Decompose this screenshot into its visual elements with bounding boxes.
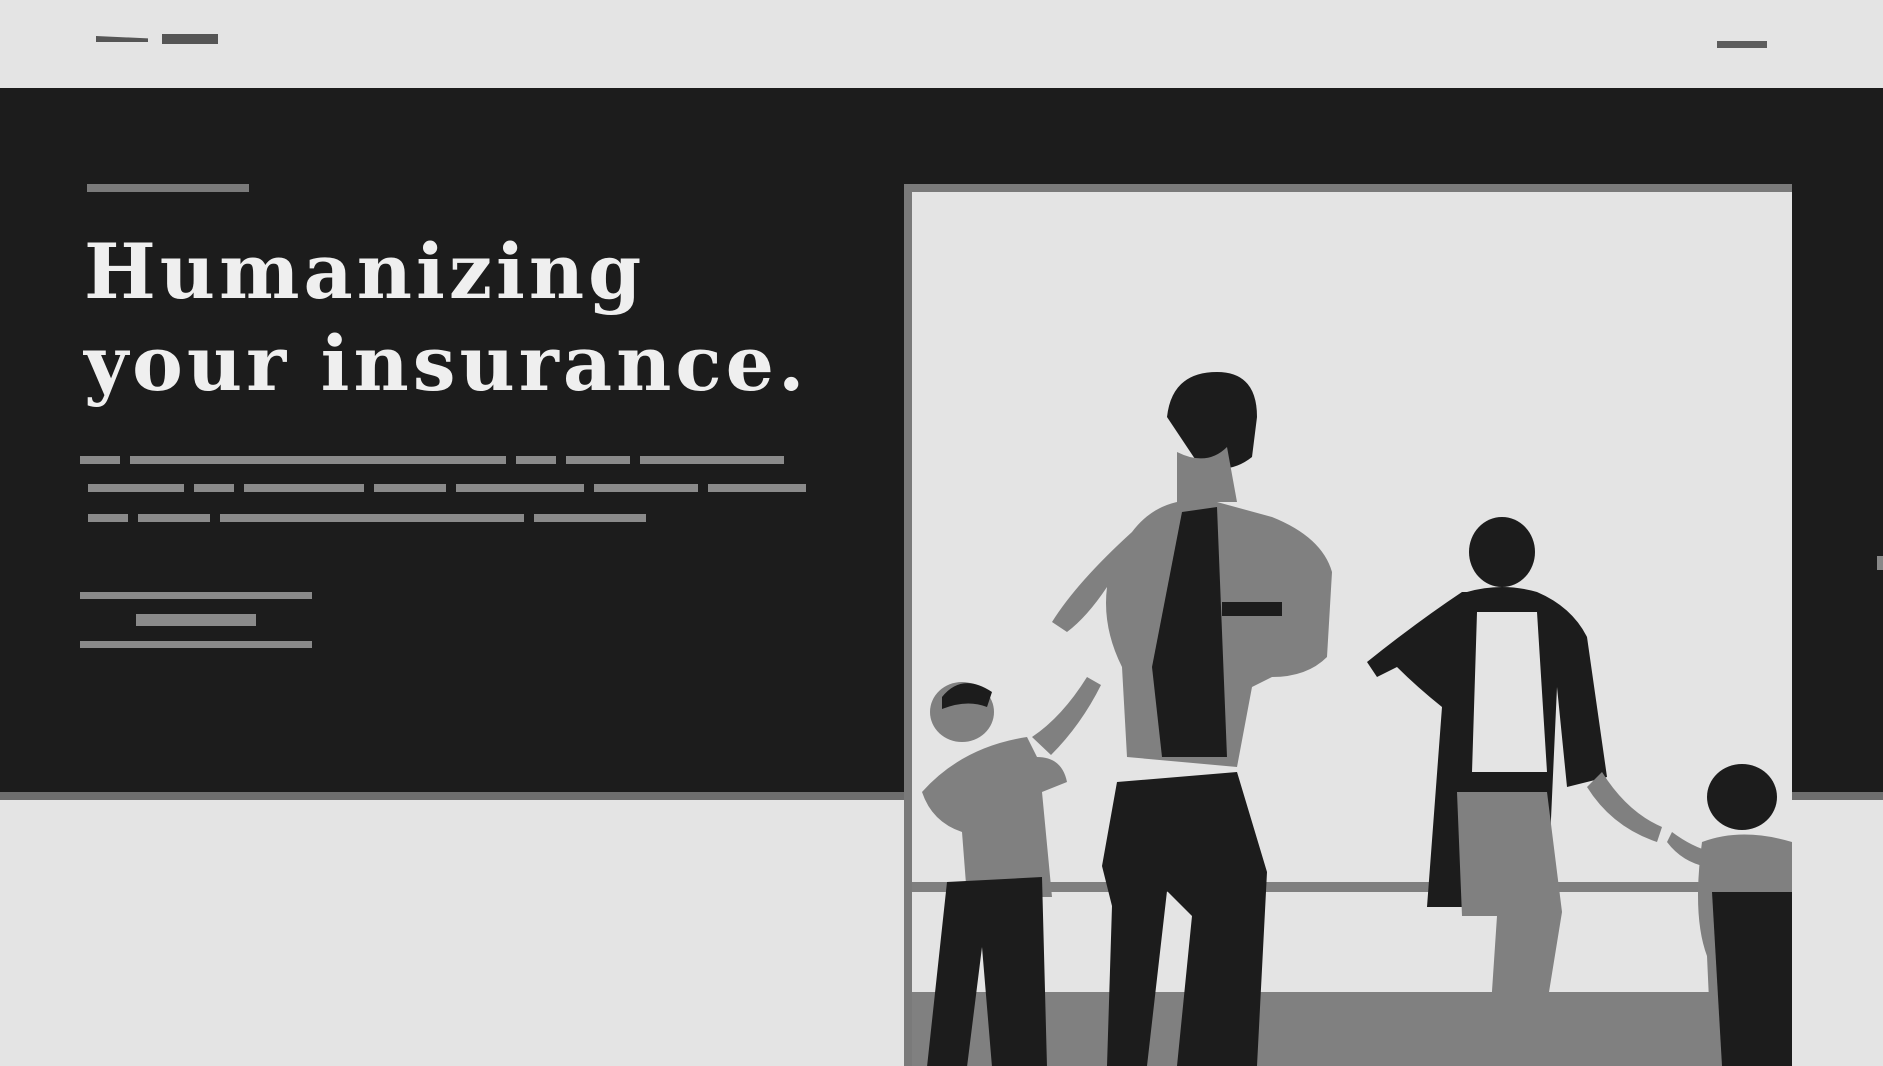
eyebrow-rule bbox=[87, 184, 249, 192]
hamburger-icon bbox=[1717, 41, 1767, 48]
scroll-indicator bbox=[1877, 556, 1883, 570]
hero-photo bbox=[904, 184, 1792, 1066]
logo-mark-right bbox=[162, 34, 218, 44]
site-logo[interactable] bbox=[96, 32, 224, 46]
headline-line-2: your insurance. bbox=[84, 319, 809, 408]
hero-copy-line-3 bbox=[88, 514, 646, 522]
hero-cta-button[interactable] bbox=[80, 592, 312, 648]
top-navigation bbox=[0, 0, 1883, 88]
woman-right-figure bbox=[1367, 517, 1662, 1066]
man-center-figure bbox=[1052, 372, 1332, 1066]
cta-label bbox=[136, 614, 256, 626]
menu-button[interactable] bbox=[1717, 40, 1767, 49]
hero-copy-line-2 bbox=[88, 484, 806, 492]
hero-copy-line-1 bbox=[80, 456, 784, 464]
logo-mark-left bbox=[96, 36, 148, 42]
family-walking-illustration bbox=[912, 372, 1792, 1066]
hero-headline: Humanizing your insurance. bbox=[84, 226, 824, 410]
headline-line-1: Humanizing bbox=[84, 227, 646, 316]
